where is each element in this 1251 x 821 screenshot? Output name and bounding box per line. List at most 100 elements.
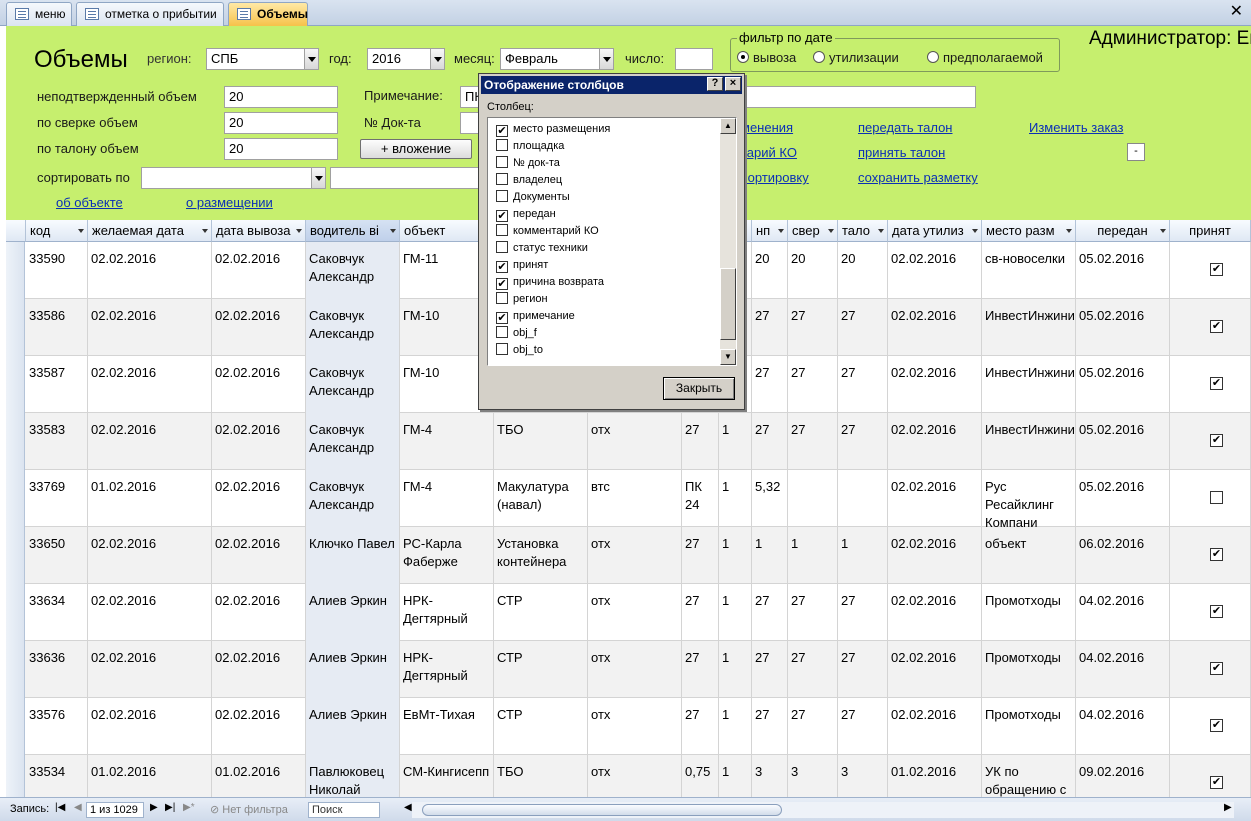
dialog-close-button[interactable]: × [725, 77, 741, 91]
checkbox-unchecked[interactable] [496, 139, 508, 151]
cell-talon[interactable]: 27 [838, 299, 888, 356]
cell-talon[interactable]: 1 [838, 527, 888, 584]
cell-np[interactable]: 5,32 [752, 470, 788, 527]
cell-want[interactable]: 02.02.2016 [88, 698, 212, 755]
record-selector[interactable] [6, 299, 25, 356]
cell-np[interactable]: 3 [752, 755, 788, 797]
cell-c2[interactable]: 1 [719, 470, 752, 527]
column-option[interactable]: ✔ передан [496, 206, 556, 223]
checkbox-checked[interactable]: ✔ [1210, 377, 1223, 390]
year-combo[interactable]: 2016 [367, 48, 445, 70]
cell-obj[interactable]: ГМ-4 [400, 413, 494, 470]
cell-obj[interactable]: ГМ-4 [400, 470, 494, 527]
cell-util[interactable]: 01.02.2016 [888, 755, 982, 797]
cell-want[interactable]: 02.02.2016 [88, 356, 212, 413]
col-header-sver[interactable]: свер [788, 220, 838, 242]
cell-kod[interactable]: 33534 [26, 755, 88, 797]
cell-obj[interactable]: НРК-Дегтярный [400, 641, 494, 698]
column-option[interactable]: площадка [496, 138, 564, 155]
chevron-down-icon[interactable] [304, 49, 318, 69]
cell-driver[interactable]: Саковчук Александр [306, 242, 400, 299]
record-selector[interactable] [6, 698, 25, 755]
column-option[interactable]: ✔ примечание [496, 308, 575, 325]
cell-c1[interactable]: 27 [682, 527, 719, 584]
cell-talon[interactable]: 27 [838, 413, 888, 470]
next-record-icon[interactable]: ▶ [150, 802, 158, 813]
cell-passed[interactable]: 04.02.2016 [1076, 698, 1170, 755]
cell-place[interactable]: ИнвестИнжиниринг [982, 413, 1076, 470]
cell-talon[interactable] [838, 470, 888, 527]
radio-expected[interactable]: предполагаемой [927, 50, 1043, 65]
column-option[interactable]: комментарий КО [496, 223, 599, 240]
col-header-place[interactable]: место разм [982, 220, 1076, 242]
cell-sver[interactable]: 20 [788, 242, 838, 299]
table-row[interactable]: 33634 02.02.2016 02.02.2016 Алиев Эркин НРК-… [6, 584, 1251, 641]
checkbox-checked[interactable]: ✔ [1210, 263, 1223, 276]
cell-c1[interactable]: 27 [682, 584, 719, 641]
changes-link[interactable]: менения [741, 120, 793, 135]
cell-np[interactable]: 27 [752, 299, 788, 356]
record-selector[interactable] [6, 527, 25, 584]
cell-place[interactable]: Промотходы [982, 641, 1076, 698]
cell-talon[interactable]: 3 [838, 755, 888, 797]
cell-out[interactable]: 02.02.2016 [212, 413, 306, 470]
table-row[interactable]: 33534 01.02.2016 01.02.2016 Павлюковец Нико… [6, 755, 1251, 797]
cell-c2[interactable]: 1 [719, 584, 752, 641]
cell-type[interactable]: отх [588, 413, 682, 470]
cell-driver[interactable]: Саковчук Александр [306, 299, 400, 356]
no-filter-button[interactable]: ⊘ Нет фильтра [210, 803, 288, 816]
cell-sver[interactable]: 27 [788, 584, 838, 641]
cell-want[interactable]: 02.02.2016 [88, 584, 212, 641]
cell-kod[interactable]: 33636 [26, 641, 88, 698]
sort-field-2[interactable] [330, 167, 490, 189]
cell-talon[interactable]: 27 [838, 356, 888, 413]
cell-out[interactable]: 02.02.2016 [212, 527, 306, 584]
record-selector[interactable] [6, 584, 25, 641]
radio-utilization[interactable]: утилизации [813, 50, 899, 65]
cell-kod[interactable]: 33650 [26, 527, 88, 584]
cell-place[interactable]: ИнвестИнжиниринг [982, 299, 1076, 356]
cell-kod[interactable]: 33634 [26, 584, 88, 641]
cell-obj[interactable]: РС-Карла Фаберже [400, 527, 494, 584]
accept-ticket-link[interactable]: принять талон [858, 145, 945, 160]
pass-ticket-link[interactable]: передать талон [858, 120, 953, 135]
cell-c1[interactable]: 27 [682, 641, 719, 698]
small-button[interactable]: - [1127, 143, 1145, 161]
checkbox-unchecked[interactable] [496, 173, 508, 185]
cell-c1[interactable]: 27 [682, 413, 719, 470]
checkbox-checked[interactable]: ✔ [1210, 434, 1223, 447]
checkbox-checked[interactable]: ✔ [496, 261, 508, 273]
first-record-icon[interactable]: |◀ [55, 802, 65, 813]
cell-passed[interactable]: 06.02.2016 [1076, 527, 1170, 584]
checkbox-checked[interactable]: ✔ [1210, 548, 1223, 561]
cell-talon[interactable]: 27 [838, 641, 888, 698]
cell-c2[interactable]: 1 [719, 755, 752, 797]
about-placement-link[interactable]: о размещении [186, 195, 273, 210]
cell-sver[interactable]: 27 [788, 413, 838, 470]
region-combo[interactable]: СПБ [206, 48, 319, 70]
cell-driver[interactable]: Ключко Павел [306, 527, 400, 584]
cell-waste[interactable]: Установка контейнера [494, 527, 588, 584]
cell-sver[interactable]: 27 [788, 641, 838, 698]
table-row[interactable]: 33576 02.02.2016 02.02.2016 Алиев Эркин ЕвМт… [6, 698, 1251, 755]
cell-passed[interactable]: 05.02.2016 [1076, 413, 1170, 470]
record-selector[interactable] [6, 356, 25, 413]
checkbox-unchecked[interactable] [496, 190, 508, 202]
tab-arrival[interactable]: отметка о прибытии [76, 2, 224, 26]
list-scrollbar[interactable]: ▲ ▼ [720, 118, 736, 365]
column-option[interactable]: № док-та [496, 155, 560, 172]
checkbox-checked[interactable]: ✔ [1210, 776, 1223, 789]
cell-util[interactable]: 02.02.2016 [888, 413, 982, 470]
cell-kod[interactable]: 33586 [26, 299, 88, 356]
cell-waste[interactable]: Макулатура (навал) [494, 470, 588, 527]
cell-want[interactable]: 02.02.2016 [88, 641, 212, 698]
cell-talon[interactable]: 27 [838, 698, 888, 755]
cell-util[interactable]: 02.02.2016 [888, 242, 982, 299]
horizontal-scrollbar[interactable] [412, 802, 1234, 818]
cell-c2[interactable]: 1 [719, 698, 752, 755]
table-row[interactable]: 33769 01.02.2016 02.02.2016 Саковчук Алекса… [6, 470, 1251, 527]
cell-talon[interactable]: 20 [838, 242, 888, 299]
cell-want[interactable]: 01.02.2016 [88, 755, 212, 797]
cell-type[interactable]: втс [588, 470, 682, 527]
checkbox-unchecked[interactable] [496, 343, 508, 355]
